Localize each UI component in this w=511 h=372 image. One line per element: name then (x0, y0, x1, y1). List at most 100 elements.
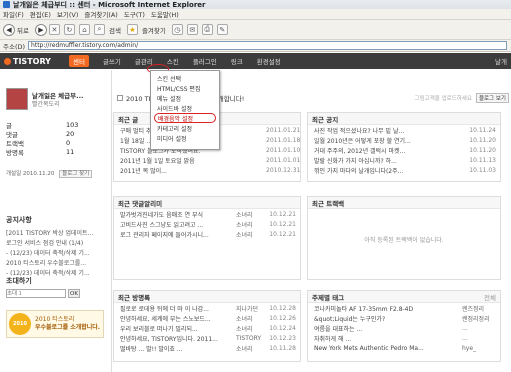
stat-guestbook[interactable]: 방명록 11 (6, 147, 106, 157)
menu-item-sidebar-settings[interactable]: 사이드바 설정 (151, 103, 219, 113)
nav-settings[interactable]: 환경설정 (257, 56, 281, 66)
notice-item[interactable]: [2011 TISTORY 박상 업데이트... (6, 228, 110, 238)
invite-ok-button[interactable]: OK (68, 289, 80, 298)
menu-item-category-settings[interactable]: 카테고리 설정 (151, 123, 219, 133)
item-date: 10.11.20 (469, 146, 496, 154)
sidebar: 날개잃은 체급부... 빨간목도리 글 103 댓글 20 트랙백 0 방명록 11 개… (0, 70, 112, 372)
tistory-nav: TISTORY 센터 글쓰기 글관리 스킨 플러그인 링크 환경설정 날개 (0, 53, 511, 69)
nav-user[interactable]: 날개 (495, 56, 507, 66)
stop-icon[interactable]: ✕ (48, 24, 60, 35)
upload-hint[interactable]: 그림고객을 업로드하세요 (415, 94, 472, 102)
address-bar: 주소(D) http://redmuffler.tistory.com/admi… (0, 40, 511, 52)
menu-item-menu-settings[interactable]: 메뉴 설정 (151, 93, 219, 103)
recent-trackbacks-panel: 최근 트랙백 아직 등록된 트랙백이 없습니다. (307, 196, 501, 280)
find-blog-button[interactable]: 블로그 찾기 (59, 170, 93, 178)
item-title: 떨바탕 ... 발!! 말이죠 ... (120, 345, 183, 353)
panel-title: 최근 글 (118, 115, 139, 124)
back-button[interactable]: ◀ 뒤로 (3, 23, 29, 36)
history-icon[interactable]: ◷ (171, 24, 183, 35)
nav-skin[interactable]: 스킨 (167, 56, 179, 66)
item-author: 소녀리 (236, 231, 253, 239)
notice-item[interactable]: 로그인 서비스 점검 안내 (1/4) (6, 238, 110, 248)
nav-plugin[interactable]: 플러그인 (193, 56, 217, 66)
nav-center[interactable]: 센터 (68, 55, 89, 67)
list-item[interactable]: 고비드사진 스그냥도 읽고려고 ... 소녀리 10.12.21 (114, 219, 300, 229)
list-item[interactable]: 발가벗겨진네가도 음매조 연 부식 소녀리 10.12.21 (114, 209, 300, 219)
nav-write[interactable]: 글쓰기 (103, 56, 121, 66)
item-date: 10.12.21 (269, 230, 296, 238)
menu-tools[interactable]: 도구(T) (124, 9, 145, 19)
browser-toolbar: ◀ 뒤로 ▶ ✕ ↻ ⌂ ⌕ 검색 ★ 즐겨찾기 ◷ ✉ ⎙ ✎ (0, 20, 511, 40)
ie-icon (3, 1, 10, 8)
item-title: 2011년 복 많이... (120, 167, 167, 175)
list-item[interactable]: 발랄 신화가 가지 아십니까? 하... 10.11.13 (308, 155, 500, 165)
item-author: 소녀리 (236, 345, 253, 353)
refresh-icon[interactable]: ↻ (63, 24, 75, 35)
notice-title: 공지사항 (6, 216, 32, 224)
home-icon[interactable]: ⌂ (78, 24, 90, 35)
address-input[interactable]: http://redmuffler.tistory.com/admin/ (28, 41, 507, 50)
list-item[interactable]: 떨바탕 ... 발!! 말이죠 ... 소녀리 10.11.28 (114, 343, 300, 353)
list-item[interactable]: 코나카미놀타 AF 17-35mm F2.8-4D 렌즈정리 (308, 303, 500, 313)
award-banner[interactable]: 2010 2010 티스토리 우수블로그를 소개합니다. (6, 310, 104, 338)
favorites-button[interactable]: ★ 즐겨찾기 (126, 24, 166, 35)
window-titlebar: 날개잃은 체급부디 :: 센터 - Microsoft Internet Exp… (0, 0, 511, 9)
list-item[interactable]: New York Mets Authentic Pedro Ma... hye_ (308, 343, 500, 353)
invite-input[interactable] (6, 289, 66, 298)
avatar[interactable] (6, 88, 28, 110)
item-title: 사진 작업 적으셨나요? 나무 밑 날... (314, 127, 405, 135)
item-title: 필로로 로데용 뒤에 더 마 이 나갑... (120, 305, 209, 313)
item-title: 여름을 대표하는 ... (314, 325, 363, 333)
tags-filter-select[interactable]: 전체 (484, 292, 496, 302)
topic-tags-panel: 주제별 태그 전체 코나카미놀타 AF 17-35mm F2.8-4D 렌즈정리 … (307, 290, 501, 362)
menu-item-html-css[interactable]: HTML/CSS 편집 (151, 83, 219, 93)
menu-edit[interactable]: 편집(E) (30, 9, 51, 19)
list-item[interactable]: 2011년 복 많이... 2010.12.31 (114, 165, 300, 175)
profile-id: 빨간목도리 (32, 101, 60, 108)
item-title: 거대 주주의, 2012년 갤럭시 마켓... (314, 147, 406, 155)
print-icon[interactable]: ⎙ (201, 24, 213, 35)
list-item[interactable]: 여름을 대표하는 ...... (308, 323, 500, 333)
announcement-icon (117, 95, 123, 101)
nav-link[interactable]: 링크 (231, 56, 243, 66)
menu-item-bgm-settings[interactable]: 배경음악 설정 (154, 113, 216, 123)
list-item[interactable]: 로그 관리자 페이지에 들어가시니... 소녀리 10.12.21 (114, 229, 300, 239)
edit-icon[interactable]: ✎ (216, 24, 228, 35)
item-date: 10.12.24 (269, 324, 296, 332)
list-item[interactable]: 필로로 로데용 뒤에 더 마 이 나갑... 지나가던 10.12.28 (114, 303, 300, 313)
view-blog-button[interactable]: 블로그 보기 (475, 93, 509, 103)
menu-file[interactable]: 파일(F) (3, 9, 24, 19)
favorites-label: 즐겨찾기 (141, 26, 166, 35)
item-title: 자취하게 해 ... (314, 335, 352, 343)
item-date: 10.12.21 (269, 210, 296, 218)
notice-item[interactable]: 2010 티스토리 우수블로그를... (6, 258, 110, 268)
list-item[interactable]: 자취하게 해 ...... (308, 333, 500, 343)
notice-box: 공지사항 [2011 TISTORY 박상 업데이트... 로그인 서비스 점검… (6, 215, 110, 278)
skin-dropdown-menu: 스킨 선택 HTML/CSS 편집 메뉴 설정 사이드바 설정 배경음악 설정 … (150, 70, 220, 150)
list-item[interactable]: 안녕하세요, TISTORY입니다. 2011... TISTORY 10.12.2… (114, 333, 300, 343)
notice-item[interactable]: - (12/23) 데이터 축적/삭제 기... (6, 248, 110, 258)
list-item[interactable]: 일월 2010년은 어떻게 포장 할 연기... 10.11.20 (308, 135, 500, 145)
menu-help[interactable]: 도움말(H) (151, 9, 179, 19)
list-item[interactable]: 2011년 1월 1일 토요일 맑음 2011.01.01 (114, 155, 300, 165)
recent-guestbook-panel: 최근 방명록 필로로 로데용 뒤에 더 마 이 나갑... 지나가던 10.12.2… (113, 290, 301, 362)
tistory-logo[interactable]: TISTORY (4, 57, 51, 66)
menu-view[interactable]: 보기(V) (57, 9, 78, 19)
list-item[interactable]: 안녕하세요, 세계에 부는 스노보드... 소녀리 10.12.26 (114, 313, 300, 323)
item-date: 2011.01.01 (266, 156, 301, 164)
mail-icon[interactable]: ✉ (186, 24, 198, 35)
list-item[interactable]: 거대 주주의, 2012년 갤럭시 마켓... 10.11.20 (308, 145, 500, 155)
search-button[interactable]: ⌕ 검색 (93, 24, 121, 35)
stat-value: 20 (66, 129, 75, 138)
list-item[interactable]: 사진 작업 적으셨나요? 나무 밑 날... 10.11.24 (308, 125, 500, 135)
menu-item-media-settings[interactable]: 미디어 설정 (151, 133, 219, 143)
forward-arrow-icon[interactable]: ▶ (34, 23, 47, 36)
back-label: 뒤로 (17, 26, 29, 35)
panel-title: 주제별 태그 (312, 293, 345, 302)
panel-title: 최근 공지 (312, 115, 339, 124)
menu-item-skin-select[interactable]: 스킨 선택 (151, 73, 219, 83)
list-item[interactable]: 꺾인 가지 마다의 날개입니다(2주... 10.11.03 (308, 165, 500, 175)
menu-favorites[interactable]: 즐겨찾기(A) (84, 9, 117, 19)
list-item[interactable]: 우리 보리블로 떠나기 밀리되... 소녀리 10.12.24 (114, 323, 300, 333)
list-item[interactable]: &quot;Liquid는 누구인가? 렌정리정리 (308, 313, 500, 323)
